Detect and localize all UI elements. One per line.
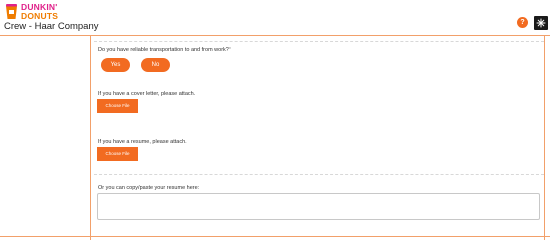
required-mark: * xyxy=(228,47,231,53)
yes-button[interactable]: Yes xyxy=(101,58,130,72)
bottom-divider xyxy=(0,236,550,237)
resume-paste-label: Or you can copy/paste your resume here: xyxy=(98,185,200,191)
cover-letter-choose-file-button[interactable]: Choose File xyxy=(97,99,138,113)
company-name: Crew - Haar Company xyxy=(4,21,99,32)
cover-letter-label: If you have a cover letter, please attac… xyxy=(98,91,196,97)
transport-question-text: Do you have reliable transportation to a… xyxy=(98,47,229,53)
resume-paste-textarea[interactable] xyxy=(97,193,540,220)
no-button[interactable]: No xyxy=(141,58,170,72)
transport-question: Do you have reliable transportation to a… xyxy=(98,47,231,53)
section-divider xyxy=(94,41,544,42)
resume-label: If you have a resume, please attach. xyxy=(98,139,187,145)
right-divider xyxy=(544,36,545,240)
question-icon[interactable]: ? xyxy=(517,17,528,28)
brand-line2: DONUTS xyxy=(21,10,59,21)
app-header: DUNKIN' DONUTS Crew - Haar Company ? xyxy=(0,0,550,36)
section-divider xyxy=(94,174,544,175)
resume-choose-file-button[interactable]: Choose File xyxy=(97,147,138,161)
left-panel xyxy=(0,36,91,240)
sparkle-icon[interactable] xyxy=(534,16,548,30)
brand-wordmark: DUNKIN' DONUTS xyxy=(21,3,58,20)
dunkin-logo: DUNKIN' DONUTS xyxy=(5,3,69,21)
coffee-cup-icon xyxy=(5,3,18,20)
